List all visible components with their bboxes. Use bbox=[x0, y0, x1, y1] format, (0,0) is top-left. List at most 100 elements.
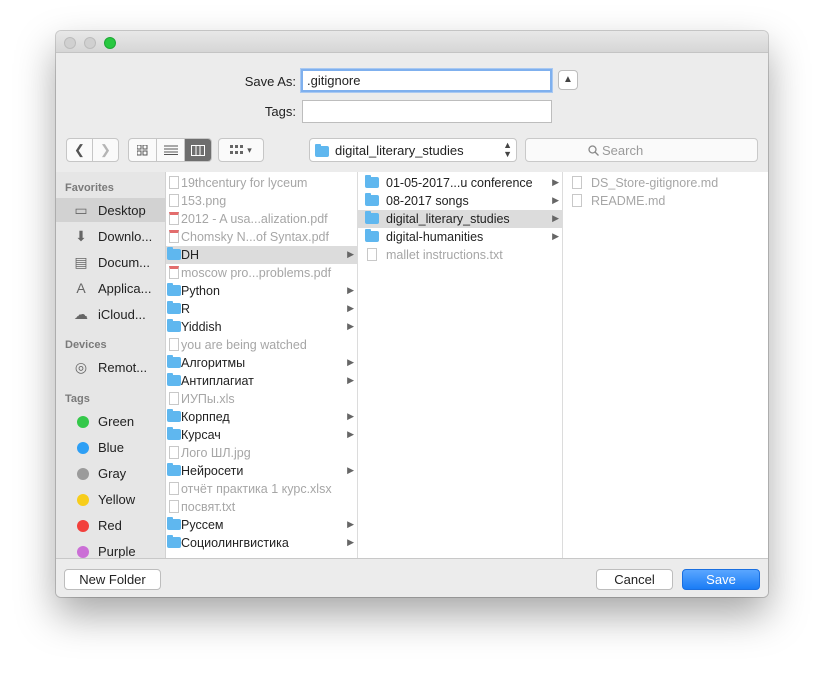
minimize-button[interactable] bbox=[84, 37, 96, 49]
item-label: Алгоритмы bbox=[181, 356, 246, 370]
folder-row[interactable]: digital-humanities ▶ bbox=[358, 228, 562, 246]
expand-dialog-button[interactable]: ▲ bbox=[558, 70, 578, 90]
sidebar-item-label: Desktop bbox=[98, 203, 146, 218]
folder-row[interactable]: DH ▶ bbox=[166, 246, 357, 264]
close-button[interactable] bbox=[64, 37, 76, 49]
updown-arrows-icon: ▲ ▼ bbox=[503, 140, 512, 159]
file-row[interactable]: you are being watched bbox=[166, 336, 357, 354]
folder-icon bbox=[365, 193, 379, 206]
file-row[interactable]: 2012 - A usa...alization.pdf bbox=[166, 210, 357, 228]
folder-row[interactable]: Курсач ▶ bbox=[166, 426, 357, 444]
arrange-inner: ▾ bbox=[219, 139, 263, 161]
file-row[interactable]: moscow pro...problems.pdf bbox=[166, 264, 357, 282]
title-bar bbox=[56, 31, 768, 53]
file-row[interactable]: DS_Store-gitignore.md bbox=[563, 174, 768, 192]
folder-icon bbox=[167, 409, 181, 422]
zoom-button[interactable] bbox=[104, 37, 116, 49]
disclosure-arrow-icon: ▶ bbox=[347, 411, 354, 421]
disclosure-arrow-icon: ▶ bbox=[552, 177, 559, 187]
folder-row[interactable]: 08-2017 songs ▶ bbox=[358, 192, 562, 210]
item-label: Социолингвистика bbox=[181, 536, 289, 550]
sidebar-item-tag[interactable]: Gray bbox=[56, 461, 165, 485]
file-row[interactable]: Chomsky N...of Syntax.pdf bbox=[166, 228, 357, 246]
item-label: отчёт практика 1 курс.xlsx bbox=[181, 482, 332, 496]
save-as-label: Save As: bbox=[244, 74, 296, 89]
save-as-field[interactable]: .gitignore bbox=[301, 69, 552, 92]
file-row[interactable]: ИУПы.xls bbox=[166, 390, 357, 408]
list-view-button[interactable] bbox=[157, 139, 185, 161]
new-folder-button[interactable]: New Folder bbox=[64, 569, 161, 590]
folder-row[interactable]: Социолингвистика ▶ bbox=[166, 534, 357, 552]
item-label: Корппед bbox=[181, 410, 230, 424]
sidebar-item-tag[interactable]: Yellow bbox=[56, 487, 165, 511]
sidebar-item-favorite[interactable]: ☁ iCloud... bbox=[56, 302, 165, 326]
sidebar-item-device[interactable]: ◎ Remot... bbox=[56, 355, 165, 379]
folder-row[interactable]: Руссем ▶ bbox=[166, 516, 357, 534]
folder-row[interactable]: 01-05-2017...u conference ▶ bbox=[358, 174, 562, 192]
sidebar-item-label: Purple bbox=[98, 544, 136, 558]
download-icon: ⬇ bbox=[75, 228, 87, 244]
folder-row[interactable]: Антиплагиат ▶ bbox=[166, 372, 357, 390]
file-row[interactable]: отчёт практика 1 курс.xlsx bbox=[166, 480, 357, 498]
file-row[interactable]: README.md bbox=[563, 192, 768, 210]
pdf-file-icon bbox=[169, 266, 179, 279]
folder-icon bbox=[167, 535, 181, 548]
sidebar-item-tag[interactable]: Blue bbox=[56, 435, 165, 459]
file-row[interactable]: посвят.txt bbox=[166, 498, 357, 516]
cancel-button[interactable]: Cancel bbox=[596, 569, 673, 590]
icon-grid-icon bbox=[137, 144, 148, 155]
icon-view-button[interactable] bbox=[129, 139, 157, 161]
save-button[interactable]: Save bbox=[682, 569, 760, 590]
sidebar-item-favorite[interactable]: ▤ Docum... bbox=[56, 250, 165, 274]
cloud-icon: ☁ bbox=[74, 306, 88, 322]
sidebar-item-favorite[interactable]: ▭ Desktop bbox=[56, 198, 165, 222]
tags-heading: Tags bbox=[65, 393, 90, 405]
folder-icon bbox=[365, 229, 379, 242]
file-row[interactable]: mallet instructions.txt bbox=[358, 246, 562, 264]
back-forward-control: ❮ ❯ bbox=[66, 138, 119, 162]
location-popup[interactable]: digital_literary_studies ▲ ▼ bbox=[309, 138, 517, 162]
folder-icon bbox=[167, 247, 181, 260]
file-icon bbox=[169, 482, 179, 495]
folder-row[interactable]: Нейросети ▶ bbox=[166, 462, 357, 480]
disclosure-arrow-icon: ▶ bbox=[347, 429, 354, 439]
sidebar-item-favorite[interactable]: ⬇ Downlo... bbox=[56, 224, 165, 248]
folder-icon bbox=[167, 373, 181, 386]
disclosure-arrow-icon: ▶ bbox=[347, 465, 354, 475]
back-button[interactable]: ❮ bbox=[67, 139, 93, 161]
chevron-up-icon: ▲ bbox=[563, 74, 573, 85]
folder-icon bbox=[167, 319, 181, 332]
chevron-right-icon: ❯ bbox=[100, 142, 111, 157]
folder-row[interactable]: Алгоритмы ▶ bbox=[166, 354, 357, 372]
sidebar-item-label: Remot... bbox=[98, 360, 148, 375]
disclosure-arrow-icon: ▶ bbox=[347, 357, 354, 367]
arrange-button[interactable]: ▾ bbox=[218, 138, 264, 162]
folder-row[interactable]: digital_literary_studies ▶ bbox=[358, 210, 562, 228]
sidebar-item-tag[interactable]: Purple bbox=[56, 539, 165, 558]
sidebar-item-tag[interactable]: Green bbox=[56, 409, 165, 433]
folder-icon bbox=[167, 355, 181, 368]
file-row[interactable]: Лого ШЛ.jpg bbox=[166, 444, 357, 462]
pdf-file-icon bbox=[169, 212, 179, 225]
disclosure-arrow-icon: ▶ bbox=[347, 375, 354, 385]
folder-row[interactable]: Python ▶ bbox=[166, 282, 357, 300]
sidebar-item-label: Yellow bbox=[98, 492, 136, 507]
file-row[interactable]: 19thcentury for lyceum bbox=[166, 174, 357, 192]
column-2: 01-05-2017...u conference ▶ 08-2017 songs ▶… bbox=[358, 172, 563, 558]
sidebar-item-label: Red bbox=[98, 518, 122, 533]
disclosure-arrow-icon: ▶ bbox=[347, 285, 354, 295]
forward-button[interactable]: ❯ bbox=[93, 139, 118, 161]
folder-row[interactable]: R ▶ bbox=[166, 300, 357, 318]
search-field[interactable]: Search bbox=[525, 138, 758, 162]
sidebar-item-favorite[interactable]: A Applica... bbox=[56, 276, 165, 300]
folder-row[interactable]: Yiddish ▶ bbox=[166, 318, 357, 336]
disclosure-arrow-icon: ▶ bbox=[552, 195, 559, 205]
item-label: ИУПы.xls bbox=[181, 392, 235, 406]
sidebar-item-tag[interactable]: Red bbox=[56, 513, 165, 537]
column-view-button[interactable] bbox=[185, 139, 211, 161]
folder-icon bbox=[167, 427, 181, 440]
file-row[interactable]: 153.png bbox=[166, 192, 357, 210]
tag-color-dot-icon bbox=[77, 416, 89, 428]
tags-field[interactable] bbox=[302, 100, 552, 123]
folder-row[interactable]: Корппед ▶ bbox=[166, 408, 357, 426]
